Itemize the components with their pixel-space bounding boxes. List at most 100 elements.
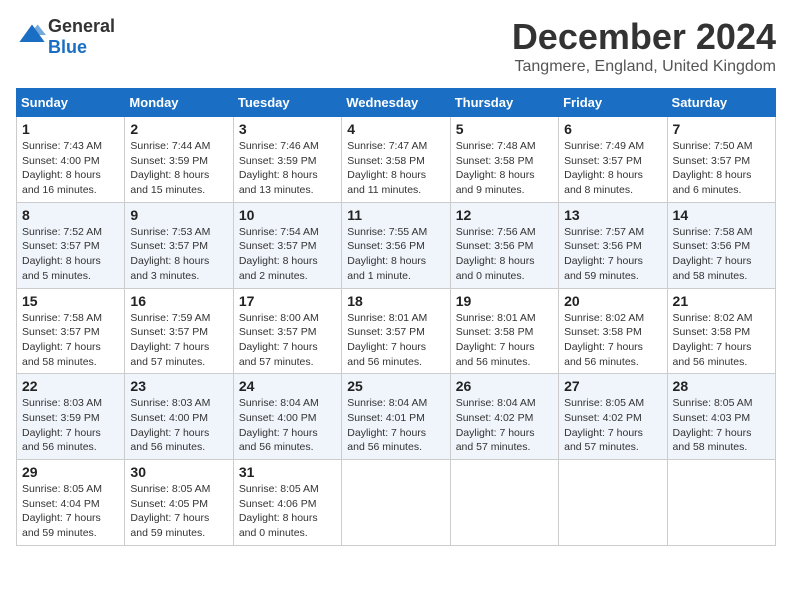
day-number: 3 bbox=[239, 121, 336, 137]
day-info: Sunrise: 7:53 AMSunset: 3:57 PMDaylight:… bbox=[130, 226, 210, 282]
day-info: Sunrise: 8:03 AMSunset: 4:00 PMDaylight:… bbox=[130, 397, 210, 453]
day-number: 28 bbox=[673, 378, 770, 394]
day-info: Sunrise: 7:59 AMSunset: 3:57 PMDaylight:… bbox=[130, 312, 210, 368]
day-number: 6 bbox=[564, 121, 661, 137]
day-info: Sunrise: 7:55 AMSunset: 3:56 PMDaylight:… bbox=[347, 226, 427, 282]
calendar-table: SundayMondayTuesdayWednesdayThursdayFrid… bbox=[16, 88, 776, 546]
day-info: Sunrise: 7:56 AMSunset: 3:56 PMDaylight:… bbox=[456, 226, 536, 282]
day-number: 8 bbox=[22, 207, 119, 223]
calendar-cell: 23 Sunrise: 8:03 AMSunset: 4:00 PMDayligh… bbox=[125, 374, 233, 460]
day-info: Sunrise: 7:49 AMSunset: 3:57 PMDaylight:… bbox=[564, 140, 644, 196]
day-number: 7 bbox=[673, 121, 770, 137]
calendar-cell: 13 Sunrise: 7:57 AMSunset: 3:56 PMDayligh… bbox=[559, 202, 667, 288]
day-number: 19 bbox=[456, 293, 553, 309]
day-number: 31 bbox=[239, 464, 336, 480]
day-number: 23 bbox=[130, 378, 227, 394]
calendar-cell: 30 Sunrise: 8:05 AMSunset: 4:05 PMDayligh… bbox=[125, 460, 233, 546]
logo-general-text: General bbox=[48, 16, 115, 36]
day-info: Sunrise: 7:58 AMSunset: 3:57 PMDaylight:… bbox=[22, 312, 102, 368]
day-info: Sunrise: 7:50 AMSunset: 3:57 PMDaylight:… bbox=[673, 140, 753, 196]
day-info: Sunrise: 8:02 AMSunset: 3:58 PMDaylight:… bbox=[673, 312, 753, 368]
calendar-cell: 18 Sunrise: 8:01 AMSunset: 3:57 PMDayligh… bbox=[342, 288, 450, 374]
day-number: 30 bbox=[130, 464, 227, 480]
calendar-cell: 10Sunrise: 7:54 AMSunset: 3:57 PMDayligh… bbox=[233, 202, 341, 288]
day-number: 2 bbox=[130, 121, 227, 137]
title-area: December 2024 Tangmere, England, United … bbox=[512, 16, 776, 76]
day-info: Sunrise: 7:54 AMSunset: 3:57 PMDaylight:… bbox=[239, 226, 319, 282]
month-title: December 2024 bbox=[512, 16, 776, 58]
day-info: Sunrise: 8:05 AMSunset: 4:04 PMDaylight:… bbox=[22, 483, 102, 539]
day-info: Sunrise: 7:48 AMSunset: 3:58 PMDaylight:… bbox=[456, 140, 536, 196]
calendar-cell: 6 Sunrise: 7:49 AMSunset: 3:57 PMDaylight… bbox=[559, 117, 667, 203]
calendar-cell: 11Sunrise: 7:55 AMSunset: 3:56 PMDayligh… bbox=[342, 202, 450, 288]
calendar-cell: 1 Sunrise: 7:43 AMSunset: 4:00 PMDaylight… bbox=[17, 117, 125, 203]
column-header-tuesday: Tuesday bbox=[233, 89, 341, 117]
calendar-cell: 19 Sunrise: 8:01 AMSunset: 3:58 PMDayligh… bbox=[450, 288, 558, 374]
calendar-cell: 24Sunrise: 8:04 AMSunset: 4:00 PMDayligh… bbox=[233, 374, 341, 460]
day-info: Sunrise: 8:04 AMSunset: 4:02 PMDaylight:… bbox=[456, 397, 536, 453]
calendar-cell: 22 Sunrise: 8:03 AMSunset: 3:59 PMDayligh… bbox=[17, 374, 125, 460]
calendar-cell bbox=[559, 460, 667, 546]
calendar-cell bbox=[342, 460, 450, 546]
day-number: 12 bbox=[456, 207, 553, 223]
day-info: Sunrise: 7:43 AMSunset: 4:00 PMDaylight:… bbox=[22, 140, 102, 196]
day-info: Sunrise: 8:00 AMSunset: 3:57 PMDaylight:… bbox=[239, 312, 319, 368]
day-info: Sunrise: 8:05 AMSunset: 4:06 PMDaylight:… bbox=[239, 483, 319, 539]
day-number: 21 bbox=[673, 293, 770, 309]
day-info: Sunrise: 7:57 AMSunset: 3:56 PMDaylight:… bbox=[564, 226, 644, 282]
calendar-cell: 20Sunrise: 8:02 AMSunset: 3:58 PMDayligh… bbox=[559, 288, 667, 374]
calendar-cell: 7 Sunrise: 7:50 AMSunset: 3:57 PMDaylight… bbox=[667, 117, 775, 203]
calendar-cell: 29 Sunrise: 8:05 AMSunset: 4:04 PMDayligh… bbox=[17, 460, 125, 546]
day-number: 1 bbox=[22, 121, 119, 137]
day-info: Sunrise: 8:01 AMSunset: 3:57 PMDaylight:… bbox=[347, 312, 427, 368]
calendar-cell: 9 Sunrise: 7:53 AMSunset: 3:57 PMDaylight… bbox=[125, 202, 233, 288]
day-number: 26 bbox=[456, 378, 553, 394]
calendar-cell: 4 Sunrise: 7:47 AMSunset: 3:58 PMDaylight… bbox=[342, 117, 450, 203]
day-info: Sunrise: 8:03 AMSunset: 3:59 PMDaylight:… bbox=[22, 397, 102, 453]
calendar-cell: 8 Sunrise: 7:52 AMSunset: 3:57 PMDaylight… bbox=[17, 202, 125, 288]
logo-blue-text: Blue bbox=[48, 37, 87, 57]
column-header-saturday: Saturday bbox=[667, 89, 775, 117]
calendar-cell: 17 Sunrise: 8:00 AMSunset: 3:57 PMDayligh… bbox=[233, 288, 341, 374]
calendar-cell: 28 Sunrise: 8:05 AMSunset: 4:03 PMDayligh… bbox=[667, 374, 775, 460]
day-number: 4 bbox=[347, 121, 444, 137]
column-header-wednesday: Wednesday bbox=[342, 89, 450, 117]
day-info: Sunrise: 7:52 AMSunset: 3:57 PMDaylight:… bbox=[22, 226, 102, 282]
day-info: Sunrise: 7:44 AMSunset: 3:59 PMDaylight:… bbox=[130, 140, 210, 196]
day-number: 9 bbox=[130, 207, 227, 223]
column-header-sunday: Sunday bbox=[17, 89, 125, 117]
day-info: Sunrise: 7:58 AMSunset: 3:56 PMDaylight:… bbox=[673, 226, 753, 282]
calendar-cell bbox=[450, 460, 558, 546]
calendar-cell: 25Sunrise: 8:04 AMSunset: 4:01 PMDayligh… bbox=[342, 374, 450, 460]
calendar-cell: 26 Sunrise: 8:04 AMSunset: 4:02 PMDayligh… bbox=[450, 374, 558, 460]
calendar-cell: 5Sunrise: 7:48 AMSunset: 3:58 PMDaylight… bbox=[450, 117, 558, 203]
day-number: 18 bbox=[347, 293, 444, 309]
calendar-cell: 14Sunrise: 7:58 AMSunset: 3:56 PMDayligh… bbox=[667, 202, 775, 288]
day-number: 27 bbox=[564, 378, 661, 394]
calendar-cell bbox=[667, 460, 775, 546]
day-info: Sunrise: 8:02 AMSunset: 3:58 PMDaylight:… bbox=[564, 312, 644, 368]
calendar-cell: 3 Sunrise: 7:46 AMSunset: 3:59 PMDaylight… bbox=[233, 117, 341, 203]
calendar-cell: 21 Sunrise: 8:02 AMSunset: 3:58 PMDayligh… bbox=[667, 288, 775, 374]
day-number: 29 bbox=[22, 464, 119, 480]
day-number: 13 bbox=[564, 207, 661, 223]
column-header-thursday: Thursday bbox=[450, 89, 558, 117]
day-number: 17 bbox=[239, 293, 336, 309]
day-info: Sunrise: 8:05 AMSunset: 4:05 PMDaylight:… bbox=[130, 483, 210, 539]
calendar-cell: 27 Sunrise: 8:05 AMSunset: 4:02 PMDayligh… bbox=[559, 374, 667, 460]
calendar-cell: 12 Sunrise: 7:56 AMSunset: 3:56 PMDayligh… bbox=[450, 202, 558, 288]
logo: General Blue bbox=[16, 16, 115, 58]
column-header-monday: Monday bbox=[125, 89, 233, 117]
day-number: 15 bbox=[22, 293, 119, 309]
day-info: Sunrise: 8:05 AMSunset: 4:02 PMDaylight:… bbox=[564, 397, 644, 453]
day-info: Sunrise: 8:04 AMSunset: 4:00 PMDaylight:… bbox=[239, 397, 319, 453]
calendar-cell: 16 Sunrise: 7:59 AMSunset: 3:57 PMDayligh… bbox=[125, 288, 233, 374]
day-info: Sunrise: 7:47 AMSunset: 3:58 PMDaylight:… bbox=[347, 140, 427, 196]
day-info: Sunrise: 8:01 AMSunset: 3:58 PMDaylight:… bbox=[456, 312, 536, 368]
day-info: Sunrise: 8:04 AMSunset: 4:01 PMDaylight:… bbox=[347, 397, 427, 453]
day-info: Sunrise: 7:46 AMSunset: 3:59 PMDaylight:… bbox=[239, 140, 319, 196]
day-number: 22 bbox=[22, 378, 119, 394]
column-header-friday: Friday bbox=[559, 89, 667, 117]
day-number: 16 bbox=[130, 293, 227, 309]
day-info: Sunrise: 8:05 AMSunset: 4:03 PMDaylight:… bbox=[673, 397, 753, 453]
